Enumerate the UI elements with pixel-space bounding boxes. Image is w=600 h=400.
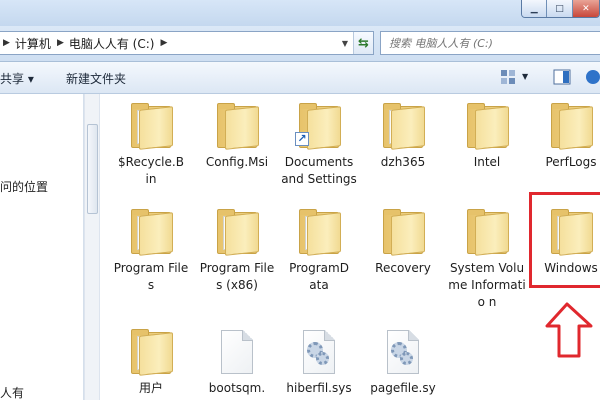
folder-icon [209,102,265,150]
folder-item[interactable]: System Volume Informatio n [448,208,526,311]
folder-item[interactable]: $Recycle.B in [112,102,190,188]
folder-icon [459,208,515,256]
folder-icon: ↗ [291,102,347,150]
file-item[interactable]: bootsqm. [198,328,276,397]
chevron-right-icon[interactable]: ▶ [57,38,64,48]
folder-item[interactable]: Program Files [112,208,190,294]
view-options-icon[interactable] [500,69,518,85]
item-label: hiberfil.sys [286,381,352,395]
chevron-right-icon[interactable]: ▶ [160,38,167,48]
minimize-button[interactable]: ▁ [522,0,548,17]
item-label: Intel [473,155,501,169]
close-button[interactable]: ✕ [572,0,599,17]
folder-item[interactable]: Intel [448,102,526,171]
refresh-icon[interactable]: ⇆ [353,32,373,54]
folder-icon [543,102,599,150]
search-input[interactable] [389,36,589,50]
nav-scrollbar[interactable] [84,94,100,400]
item-label: 用户 [138,381,163,395]
file-item[interactable]: pagefile.sy [364,328,442,397]
folder-item[interactable]: Recovery [364,208,442,277]
command-toolbar: 共享 ▾ 新建文件夹 ▼ [0,62,600,94]
item-label: Program Files (x86) [199,261,275,292]
chevron-right-icon[interactable]: ▶ [3,38,10,48]
up-arrow-icon [545,302,593,358]
folder-item[interactable]: PerfLogs [532,102,600,171]
folder-icon [209,208,265,256]
scrollbar-thumb[interactable] [87,124,98,214]
share-button[interactable]: 共享 ▾ [0,70,34,87]
shortcut-arrow-icon: ↗ [295,132,309,146]
item-label: ProgramD ata [289,261,349,292]
address-row: ▶ 计算机 ▶ 电脑人人有 (C:) ▶ ▼ ⇆ [0,26,600,62]
nav-item-drive[interactable]: 人有 [0,384,24,400]
item-label: pagefile.sy [370,381,436,395]
folder-item[interactable]: 用户 [112,328,190,397]
system-file-icon [291,328,347,376]
search-box[interactable] [380,31,600,55]
folder-item[interactable]: dzh365 [364,102,442,171]
breadcrumb-drive-c[interactable]: 电脑人人有 (C:) [69,35,155,52]
new-folder-button[interactable]: 新建文件夹 [66,70,126,87]
item-label: $Recycle.B in [118,155,184,186]
help-icon[interactable] [584,69,600,85]
navigation-pane: 问的位置 人有 [0,94,84,400]
item-label: Documents and Settings [281,155,357,186]
folder-item[interactable]: Program Files (x86) [198,208,276,294]
folder-icon [123,208,179,256]
item-label: Recovery [375,261,431,275]
maximize-button[interactable]: □ [547,0,573,17]
item-label: dzh365 [380,155,426,169]
file-icon [209,328,265,376]
file-item[interactable]: hiberfil.sys [280,328,358,397]
file-list: $Recycle.B in Config.Msi ↗ Documents and … [100,94,600,400]
folder-icon [123,328,179,376]
title-bar: ▁ □ ✕ [0,0,600,26]
address-bar[interactable]: ▶ 计算机 ▶ 电脑人人有 (C:) ▶ ▼ ⇆ [0,31,374,55]
highlight-box [529,192,600,288]
item-label: Program Files [113,261,189,292]
folder-item[interactable]: ↗ Documents and Settings [280,102,358,188]
folder-icon [375,208,431,256]
nav-item-recent-places[interactable]: 问的位置 [0,178,48,195]
window-controls: ▁ □ ✕ [521,0,600,18]
folder-item[interactable]: Config.Msi [198,102,276,171]
folder-icon [459,102,515,150]
folder-icon [375,102,431,150]
item-label: PerfLogs [545,155,597,169]
chevron-down-icon[interactable]: ▼ [337,32,353,54]
breadcrumb-computer[interactable]: 计算机 [15,35,51,52]
folder-icon [291,208,347,256]
chevron-down-icon[interactable]: ▼ [522,72,528,81]
folder-item[interactable]: ProgramD ata [280,208,358,294]
item-label: System Volume Informatio n [448,261,526,309]
item-label: bootsqm. [208,381,266,395]
preview-pane-icon[interactable] [553,69,571,85]
folder-icon [123,102,179,150]
item-label: Config.Msi [205,155,269,169]
system-file-icon [375,328,431,376]
